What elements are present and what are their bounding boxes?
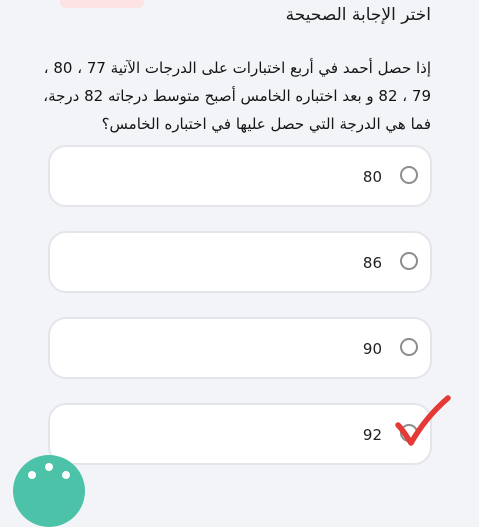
page-title: اختر الإجابة الصحيحة <box>285 5 431 25</box>
help-button-icon[interactable] <box>13 455 85 527</box>
answer-options: 80 86 90 92 <box>48 145 432 489</box>
radio-button[interactable] <box>400 338 418 356</box>
radio-button[interactable] <box>400 252 418 270</box>
question-line-3: فما هي الدرجة التي حصل عليها في اختباره … <box>101 115 431 133</box>
question-line-2: 79 ، 82 و بعد اختباره الخامس أصبح متوسط … <box>43 87 431 105</box>
answer-option-90[interactable]: 90 <box>48 317 432 379</box>
option-label: 86 <box>362 254 382 272</box>
radio-button[interactable] <box>400 166 418 184</box>
question-text: إذا حصل أحمد في أربع اختبارات على الدرجا… <box>36 54 431 138</box>
answer-option-92[interactable]: 92 <box>48 403 432 465</box>
check-mark-icon <box>395 395 451 446</box>
option-label: 80 <box>362 168 382 186</box>
answer-option-80[interactable]: 80 <box>48 145 432 207</box>
question-line-1: إذا حصل أحمد في أربع اختبارات على الدرجا… <box>43 59 431 77</box>
option-label: 92 <box>362 426 382 444</box>
top-accent-bar <box>60 0 144 8</box>
answer-option-86[interactable]: 86 <box>48 231 432 293</box>
option-label: 90 <box>362 340 382 358</box>
